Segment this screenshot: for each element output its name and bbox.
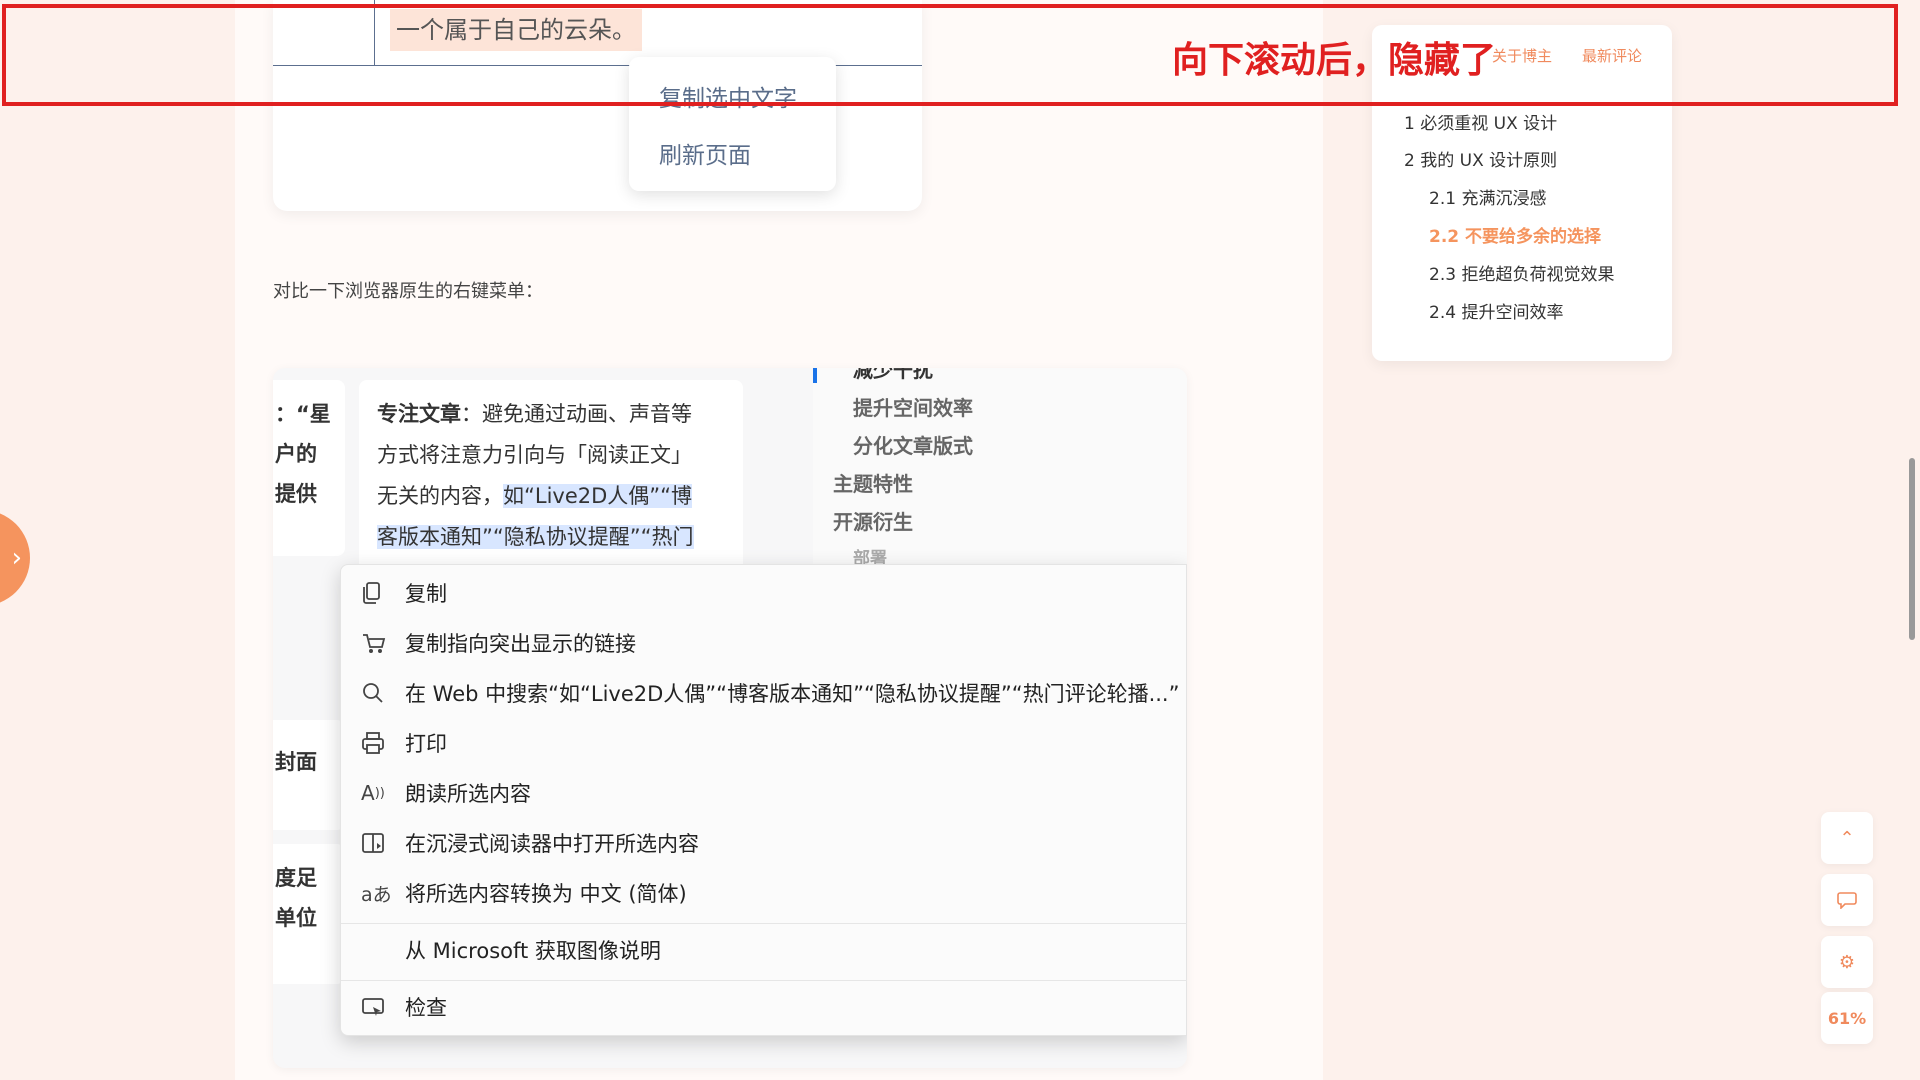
ctx-label: 将所选内容转换为 中文 (简体): [405, 882, 687, 906]
para-text: 无关的内容，: [377, 484, 503, 508]
gear-icon: ⚙: [1838, 951, 1856, 973]
left-fragment: 度足: [275, 866, 317, 890]
ctx-item-read-aloud[interactable]: A)) 朗读所选内容: [361, 773, 1181, 813]
settings-button[interactable]: ⚙: [1821, 936, 1873, 988]
left-fragment: 提供: [275, 482, 317, 506]
link-icon: [361, 630, 395, 656]
para-text: 方式将注意力引向与「阅读正文」: [377, 443, 692, 467]
ctx-label: 打印: [405, 732, 447, 756]
ctx-label: 从 Microsoft 获取图像说明: [405, 939, 661, 963]
left-fragment: ：“星: [275, 402, 331, 426]
ctx-item-copy[interactable]: 复制: [361, 573, 1181, 613]
focus-paragraph: 专注文章：避免通过动画、声音等 方式将注意力引向与「阅读正文」 无关的内容，如“…: [377, 394, 727, 558]
ctx-item-immersive-reader[interactable]: 在沉浸式阅读器中打开所选内容: [361, 823, 1181, 863]
toc-item: 提升空间效率: [853, 396, 973, 420]
print-icon: [361, 730, 395, 756]
reading-progress: 61%: [1821, 992, 1873, 1044]
para-label: 专注文章: [377, 402, 461, 426]
left-fragment: 封面: [275, 750, 317, 774]
ctx-label: 复制指向突出显示的链接: [405, 632, 636, 656]
toc-active-bar: [813, 368, 817, 383]
translate-icon: aあ: [361, 883, 392, 906]
inner-toc: 减少干扰 提升空间效率 分化文章版式 主题特性 开源衍生 部署: [813, 368, 1187, 569]
selected-text: 客版本通知”“隐私协议提醒”“热门: [377, 525, 694, 549]
ctx-item-inspect[interactable]: 检查: [361, 987, 1181, 1027]
menu-separator: [341, 980, 1187, 981]
toc-item: 主题特性: [833, 472, 913, 496]
compare-paragraph: 对比一下浏览器原生的右键菜单：: [273, 281, 543, 302]
comment-button[interactable]: [1821, 874, 1873, 926]
search-icon: [361, 680, 395, 706]
comment-icon: [1837, 892, 1857, 909]
browser-context-menu: 复制 复制指向突出显示的链接 在 Web 中搜索“如“Live2D人偶”“博客版…: [340, 564, 1187, 1036]
para-text: ：避免通过动画、声音等: [461, 402, 692, 426]
ctx-item-copy-link[interactable]: 复制指向突出显示的链接: [361, 623, 1181, 663]
chevron-right-icon: ›: [11, 543, 22, 573]
ctx-item-web-search[interactable]: 在 Web 中搜索“如“Live2D人偶”“博客版本通知”“隐私协议提醒”“热门…: [361, 673, 1181, 713]
back-to-top-button[interactable]: ⌃: [1821, 812, 1873, 864]
ctx-label: 检查: [405, 996, 447, 1020]
ctx-item-translate[interactable]: aあ 将所选内容转换为 中文 (简体): [361, 873, 1181, 913]
chevron-up-icon: ⌃: [1839, 827, 1855, 849]
empty-icon-slot: [361, 937, 395, 963]
toc-link[interactable]: 2.1 充满沉浸感: [1429, 184, 1546, 209]
selected-text: 如“Live2D人偶”“博: [503, 484, 693, 508]
progress-value: 61%: [1827, 1008, 1867, 1028]
toc-item: 分化文章版式: [853, 434, 973, 458]
ctx-label: 在沉浸式阅读器中打开所选内容: [405, 832, 699, 856]
left-fragment: 户的: [275, 442, 317, 466]
annotation-label: 向下滚动后，隐藏了: [1172, 40, 1497, 81]
toc-link[interactable]: 2 我的 UX 设计原则: [1404, 146, 1557, 171]
read-aloud-icon: A)): [361, 781, 385, 805]
menu-item-refresh[interactable]: 刷新页面: [659, 136, 751, 170]
ctx-item-print[interactable]: 打印: [361, 723, 1181, 763]
sidebar-toggle[interactable]: ›: [0, 510, 30, 606]
copy-icon: [361, 580, 395, 606]
ctx-label: 在 Web 中搜索“如“Live2D人偶”“博客版本通知”“隐私协议提醒”“热门…: [405, 682, 1180, 706]
ctx-item-image-description[interactable]: 从 Microsoft 获取图像说明: [361, 930, 1181, 970]
toc-item: 减少干扰: [853, 368, 933, 382]
toc-link[interactable]: 1 必须重视 UX 设计: [1404, 109, 1557, 134]
native-menu-screenshot: ：“星 户的 提供 封面 度足 单位 专注文章：避免通过动画、声音等 方式将注意…: [273, 368, 1187, 1068]
ctx-label: 朗读所选内容: [405, 782, 531, 806]
inspect-icon: [361, 994, 395, 1020]
ctx-label: 复制: [405, 582, 447, 606]
left-fragment: 单位: [275, 906, 317, 930]
scrollbar-thumb[interactable]: [1909, 458, 1915, 640]
toc-item: 开源衍生: [833, 510, 913, 534]
toc-link[interactable]: 2.4 提升空间效率: [1429, 298, 1563, 323]
immersive-reader-icon: [361, 830, 395, 856]
menu-separator: [341, 923, 1187, 924]
toc-link-active[interactable]: 2.2 不要给多余的选择: [1429, 222, 1601, 247]
annotation-box: [2, 4, 1898, 106]
toc-link[interactable]: 2.3 拒绝超负荷视觉效果: [1429, 260, 1614, 285]
